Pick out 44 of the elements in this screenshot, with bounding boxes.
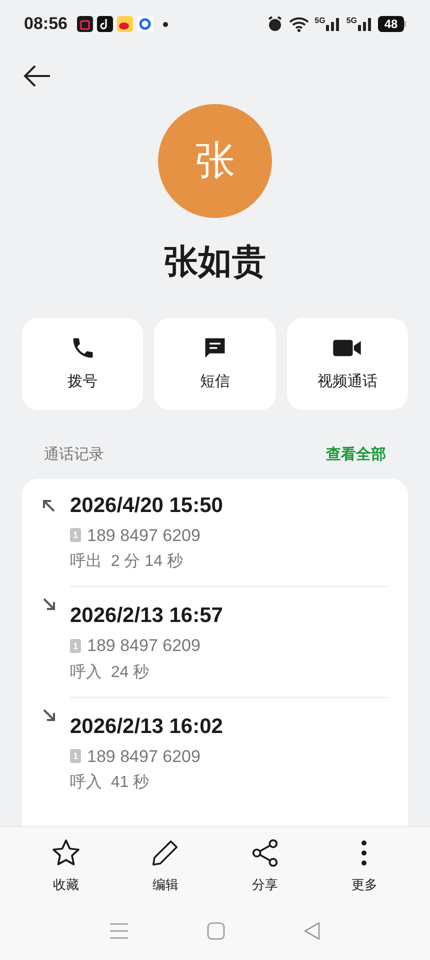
message-button[interactable]: 短信 — [154, 318, 276, 410]
share-icon — [250, 838, 279, 866]
sim-icon: 1 — [70, 749, 81, 764]
call-detail: 呼入 24 秒 — [70, 662, 150, 682]
more-icon — [360, 838, 368, 866]
incoming-arrow-icon — [42, 597, 56, 611]
phone-number: 189 8497 6209 — [87, 746, 200, 768]
call-detail: 呼出 2 分 14 秒 — [70, 552, 184, 572]
wifi-icon — [288, 16, 309, 32]
call-entry[interactable]: 2026/2/13 16:02 1 189 8497 6209 呼入 41 秒 — [22, 698, 408, 807]
pencil-icon — [151, 838, 180, 866]
phone-number: 189 8497 6209 — [87, 524, 200, 546]
app-icon — [117, 16, 134, 32]
call-entry[interactable]: 2026/4/20 15:50 1 189 8497 6209 呼出 2 分 14 秒 — [22, 488, 408, 587]
battery-icon: 48 — [378, 16, 406, 32]
favorite-button[interactable]: 收藏 — [16, 836, 116, 894]
home-icon[interactable] — [206, 922, 225, 940]
status-time: 08:56 — [24, 13, 68, 36]
back-icon[interactable] — [22, 64, 52, 88]
menu-icon[interactable] — [110, 923, 128, 939]
video-call-button[interactable]: 视频通话 — [286, 318, 408, 410]
alarm-icon — [266, 16, 283, 32]
call-entry[interactable]: 2026/2/13 16:57 1 189 8497 6209 呼入 24 秒 — [22, 587, 408, 698]
app-icon — [77, 16, 94, 32]
edit-button[interactable]: 编辑 — [116, 836, 215, 894]
app-icon — [137, 16, 154, 32]
call-time: 2026/2/13 16:02 — [70, 714, 224, 740]
call-time: 2026/2/13 16:57 — [70, 603, 224, 629]
sim-icon: 1 — [70, 638, 81, 653]
call-time: 2026/4/20 15:50 — [70, 492, 224, 518]
star-icon — [50, 838, 81, 868]
incoming-arrow-icon — [42, 708, 56, 722]
contact-avatar: 张 — [158, 104, 272, 218]
app-icon — [97, 16, 114, 32]
section-title: 通话记录 — [44, 445, 104, 465]
back-nav-icon[interactable] — [304, 922, 320, 940]
outgoing-arrow-icon — [42, 498, 56, 512]
sim-icon: 1 — [70, 528, 81, 542]
call-detail: 呼入 41 秒 — [70, 772, 150, 793]
share-button[interactable]: 分享 — [215, 836, 314, 894]
call-button[interactable]: 拨号 — [22, 318, 144, 410]
phone-number: 189 8497 6209 — [87, 635, 200, 657]
more-button[interactable]: 更多 — [314, 836, 414, 894]
contact-name: 张如贵 — [164, 242, 266, 283]
